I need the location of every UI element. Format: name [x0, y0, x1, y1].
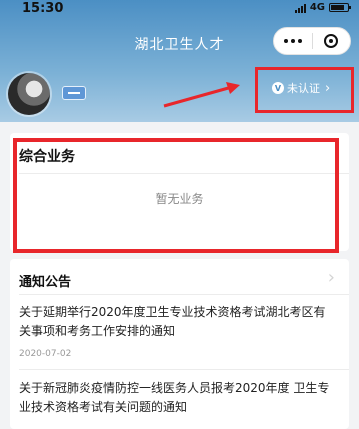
target-icon — [324, 34, 339, 48]
notice-item-title: 关于延期举行2020年度卫生专业技术资格考试湖北考区有关事项和考务工作安排的通知 — [19, 305, 326, 338]
notice-separator — [19, 369, 349, 370]
notice-item[interactable]: 关于新冠肺炎疫情防控一线医务人员报考2020年度 卫生专业技术资格考试有关问题的… — [19, 379, 337, 417]
status-right: 4G — [294, 2, 351, 13]
business-highlight-box — [13, 138, 339, 253]
chevron-right-icon: › — [325, 80, 331, 96]
notice-heading: 通知公告 — [19, 275, 72, 290]
more-dots-icon — [283, 39, 302, 43]
notice-item[interactable]: 关于延期举行2020年度卫生专业技术资格考试湖北考区有关事项和考务工作安排的通知… — [19, 303, 337, 359]
close-button[interactable] — [313, 28, 351, 54]
verify-v-icon: V — [272, 82, 284, 94]
battery-icon — [329, 3, 351, 12]
network-type: 4G — [309, 2, 325, 13]
notice-card: 通知公告 › 关于延期举行2020年度卫生专业技术资格考试湖北考区有关事项和考务… — [10, 259, 349, 429]
red-arrow-annotation — [163, 82, 240, 108]
status-bar: 15:30 4G — [0, 0, 359, 20]
verify-status-label: 未认证 — [287, 82, 320, 95]
more-button[interactable] — [274, 28, 312, 54]
user-name-badge — [62, 86, 86, 100]
notice-item-date: 2020-07-02 — [19, 349, 72, 359]
verify-status-button[interactable]: V 未认证 › — [272, 80, 330, 96]
status-time: 15:30 — [22, 1, 64, 16]
notice-item-title: 关于新冠肺炎疫情防控一线医务人员报考2020年度 卫生专业技术资格考试有关问题的… — [19, 381, 330, 414]
avatar[interactable] — [8, 73, 50, 115]
notice-divider — [19, 294, 349, 295]
chevron-right-icon[interactable]: › — [328, 267, 335, 288]
miniprogram-capsule — [273, 27, 351, 55]
signal-icon — [294, 3, 306, 13]
